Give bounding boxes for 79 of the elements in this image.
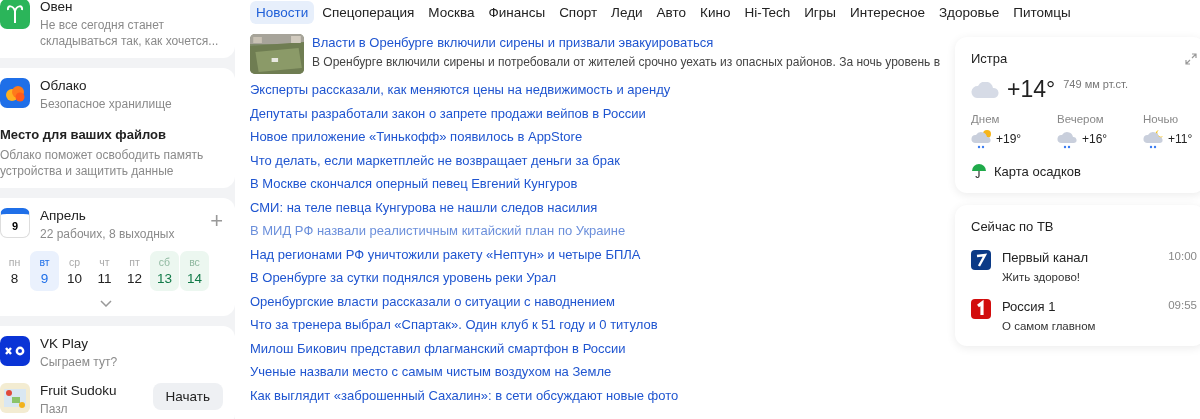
news-tab[interactable]: Спорт [553, 1, 604, 24]
calendar-month: Апрель [40, 208, 87, 223]
news-link[interactable]: Над регионами РФ уничтожили ракету «Нептун» и четыре БПЛА [250, 242, 945, 266]
news-link[interactable]: Власти в Оренбурге включили сирены и призвали эвакуироваться [312, 34, 944, 52]
news-tab[interactable]: Авто [650, 1, 692, 24]
pressure: 749 мм рт.ст. [1063, 78, 1128, 90]
aries-icon [0, 0, 30, 29]
cloud-title: Облако [40, 78, 88, 93]
calendar-day[interactable]: сб 13 [150, 251, 179, 291]
calendar-day[interactable]: вт 9 [30, 251, 59, 291]
umbrella-icon [971, 163, 987, 179]
forecast-period: Днем [971, 113, 1001, 125]
news-link[interactable]: Что за тренера выбрал «Спартак». Один клуб к 51 году и 0 титулов [250, 313, 945, 337]
channel-one-logo-icon [971, 250, 991, 270]
rain-sun-icon [971, 129, 993, 149]
cloud-subtitle: Безопасное хранилище [40, 96, 172, 112]
game-title: Fruit Sudoku [40, 383, 118, 398]
news-link[interactable]: В Москве скончался оперный певец Евгений Кунгуров [250, 172, 945, 196]
rain-cloud-icon [1057, 129, 1079, 149]
channel-logo-icon [971, 299, 991, 319]
channel-name[interactable]: Первый канал [1002, 250, 1158, 265]
forecast-temperature: +11° [1168, 132, 1193, 146]
rain-moon-icon [1143, 129, 1165, 149]
forecast-temperature: +19° [996, 132, 1022, 146]
tv-title: Сейчас по ТВ [971, 219, 1055, 234]
precipitation-map-link[interactable]: Карта осадков [971, 163, 1189, 179]
calendar-summary: 22 рабочих, 8 выходных [40, 226, 176, 242]
tv-show: Жить здорово! [1002, 271, 1081, 283]
current-temperature: +14° [1007, 76, 1056, 103]
cloud-heading: Место для ваших файлов [0, 127, 167, 142]
forecast-period: Вечером [1057, 113, 1105, 125]
cloud-card[interactable]: Облако Безопасное хранилище Место для ваших файлов Облако поможет освободить память устройства и защитить данные [0, 68, 235, 188]
news-link[interactable]: Как выглядит «заброшенный Сахалин»: в сети обсуждают новые фото [250, 383, 945, 407]
calendar-day[interactable]: вс 14 [180, 251, 209, 291]
news-tab[interactable]: Hi-Tech [738, 1, 797, 24]
news-link[interactable]: СМИ: на теле певца Кунгурова не нашли следов насилия [250, 195, 945, 219]
news-tab[interactable]: Новости [250, 1, 315, 24]
news-link[interactable]: В Оренбурге за сутки поднялся уровень реки Урал [250, 266, 945, 290]
calendar-day[interactable]: чт 11 [90, 251, 119, 291]
news-link[interactable]: Эксперты рассказали, как меняются цены на недвижимость и аренду [250, 78, 945, 102]
news-summary: В Оренбурге включили сирены и потребовали от жителей срочно уехать из опасных районов. За ночь уровень в [312, 55, 941, 69]
calendar-icon: 9 [0, 208, 30, 238]
news-tab[interactable]: Здоровье [932, 1, 1006, 24]
games-title: VK Play [40, 336, 90, 351]
news-link[interactable]: Что делать, если маркетплейс не возвращает деньги за брак [250, 148, 945, 172]
news-tab[interactable]: Спецоперация [316, 1, 421, 24]
news-tab[interactable]: Питомцы [1007, 1, 1077, 24]
horoscope-card[interactable]: Овен Не все сегодня станет складываться так, как хочется... [0, 0, 235, 58]
cloud-icon [0, 78, 30, 108]
calendar-day[interactable]: пт 12 [120, 251, 149, 291]
cloud-text: Облако поможет освободить память устройства и защитить данные [0, 147, 205, 179]
news-link[interactable]: Ученые назвали место с самым чистым воздухом на Земле [250, 360, 945, 384]
news-tab[interactable]: Финансы [482, 1, 552, 24]
tv-show: О самом главном [1002, 320, 1097, 332]
show-time: 10:00 [1168, 250, 1197, 262]
show-time: 09:55 [1168, 299, 1197, 311]
news-link[interactable]: Новое приложение «Тинькофф» появилось в AppStore [250, 125, 945, 149]
news-link[interactable]: Оренбургские власти рассказали о ситуации с наводнением [250, 289, 945, 313]
forecast-temperature: +16° [1082, 132, 1108, 146]
games-subtitle: Сыграем тут? [40, 354, 118, 370]
start-button[interactable]: Начать [152, 383, 223, 410]
news-link[interactable]: Депутаты разработали закон о запрете продажи вейпов в России [250, 101, 945, 125]
game-genre: Пазл [40, 401, 69, 417]
horoscope-title: Овен [40, 0, 74, 14]
forecast-period: Ночью [1143, 113, 1180, 125]
calendar-day[interactable]: ср 10 [60, 251, 89, 291]
chevron-down-icon[interactable] [99, 300, 112, 307]
cloud-icon [971, 81, 999, 98]
horoscope-text: Не все сегодня станет складываться так, как хочется... [40, 17, 220, 49]
expand-icon[interactable] [1185, 52, 1197, 65]
news-tab[interactable]: Москва [422, 1, 481, 24]
weather-city: Истра [971, 51, 1008, 66]
news-tab[interactable]: Леди [605, 1, 649, 24]
news-link[interactable]: Милош Бикович представил флагманский смартфон в России [250, 336, 945, 360]
news-tab[interactable]: Кино [694, 1, 737, 24]
calendar-day[interactable]: пн 8 [0, 251, 29, 291]
news-tab[interactable]: Интересное [844, 1, 931, 24]
news-tab[interactable]: Игры [798, 1, 842, 24]
channel-name[interactable]: Россия 1 [1002, 299, 1158, 314]
